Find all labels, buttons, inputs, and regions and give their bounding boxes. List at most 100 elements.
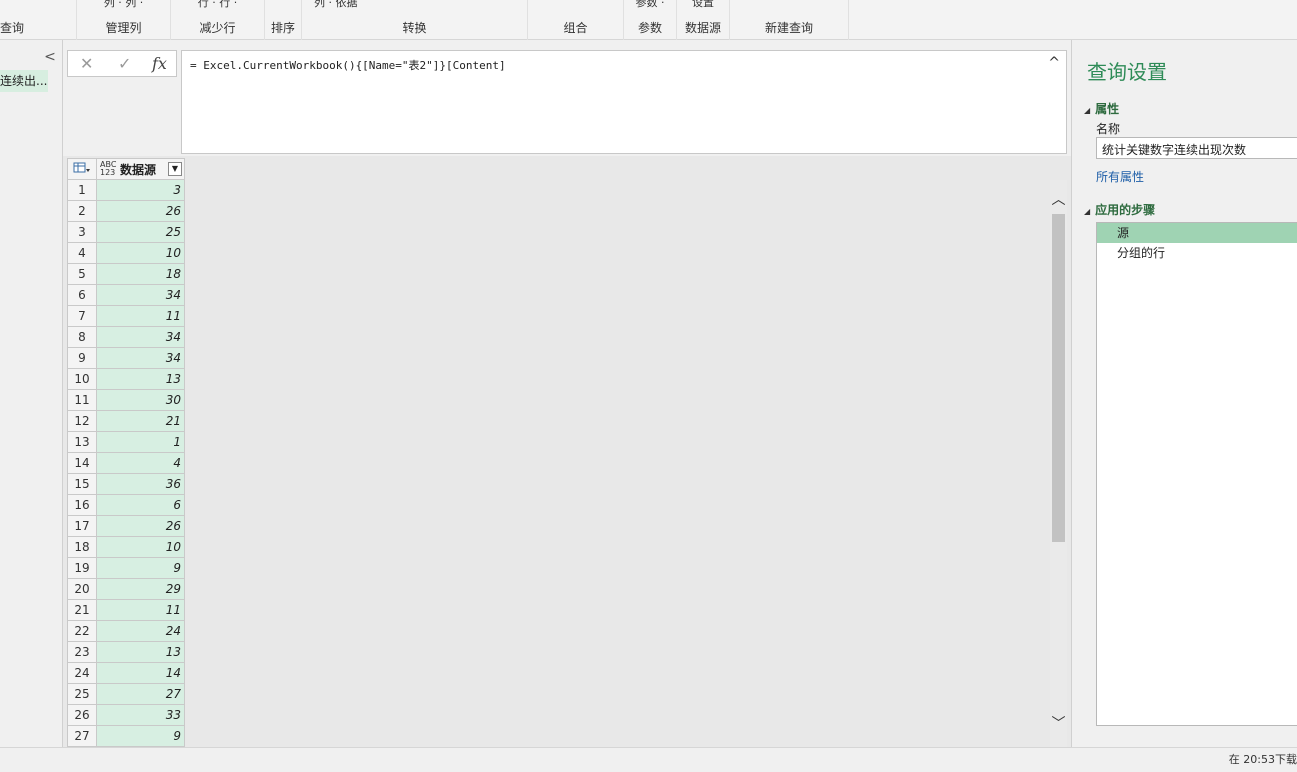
cell-value[interactable]: 4 — [96, 452, 185, 474]
table-row[interactable]: 24 14 — [67, 662, 185, 684]
table-row[interactable]: 20 29 — [67, 578, 185, 600]
table-row[interactable]: 22 24 — [67, 620, 185, 642]
query-item[interactable]: 连续出... — [0, 70, 48, 92]
scroll-down-icon[interactable]: ﹀ — [1050, 716, 1067, 733]
cell-value[interactable]: 11 — [96, 305, 185, 327]
ribbon-group-reduce-rows[interactable]: 行 · 行 · 减少行 — [171, 0, 265, 40]
cell-value[interactable]: 11 — [96, 599, 185, 621]
row-number[interactable]: 11 — [67, 389, 97, 411]
cell-value[interactable]: 34 — [96, 284, 185, 306]
collapse-triangle-icon[interactable]: ◢ — [1084, 207, 1090, 216]
row-number[interactable]: 9 — [67, 347, 97, 369]
all-properties-link[interactable]: 所有属性 — [1096, 168, 1144, 185]
ribbon-group-query[interactable]: 查询 — [0, 0, 77, 40]
cell-value[interactable]: 34 — [96, 326, 185, 348]
cell-value[interactable]: 33 — [96, 704, 185, 726]
cell-value[interactable]: 9 — [96, 725, 185, 747]
row-number[interactable]: 1 — [67, 179, 97, 201]
table-row[interactable]: 27 9 — [67, 725, 185, 747]
cell-value[interactable]: 3 — [96, 179, 185, 201]
scroll-up-icon[interactable]: ︿ — [1050, 192, 1067, 209]
table-row[interactable]: 16 6 — [67, 494, 185, 516]
row-number[interactable]: 22 — [67, 620, 97, 642]
ribbon-group-top[interactable]: 设置 — [677, 0, 729, 10]
ribbon-group-combine[interactable]: 组合 — [528, 0, 624, 40]
row-number[interactable]: 19 — [67, 557, 97, 579]
row-number[interactable]: 23 — [67, 641, 97, 663]
any-type-icon[interactable]: ABC 123 — [100, 161, 118, 177]
check-icon[interactable]: ✓ — [118, 54, 131, 73]
row-number[interactable]: 10 — [67, 368, 97, 390]
table-row[interactable]: 23 13 — [67, 641, 185, 663]
filter-dropdown-icon[interactable]: ▼ — [168, 162, 182, 176]
scroll-thumb[interactable] — [1052, 214, 1065, 542]
step-item-source[interactable]: 源 — [1097, 223, 1297, 243]
row-number[interactable]: 3 — [67, 221, 97, 243]
table-row[interactable]: 9 34 — [67, 347, 185, 369]
table-row[interactable]: 14 4 — [67, 452, 185, 474]
row-number[interactable]: 16 — [67, 494, 97, 516]
collapse-pane-icon[interactable]: < — [43, 50, 57, 64]
applied-steps-section[interactable]: ◢ 应用的步骤 — [1084, 201, 1155, 218]
cell-value[interactable]: 10 — [96, 536, 185, 558]
ribbon-group-transform[interactable]: 列 · 依据 转换 — [302, 0, 528, 40]
row-number[interactable]: 20 — [67, 578, 97, 600]
vertical-scrollbar[interactable]: ︿ ﹀ — [1050, 180, 1067, 747]
row-number[interactable]: 8 — [67, 326, 97, 348]
table-row[interactable]: 12 21 — [67, 410, 185, 432]
row-number[interactable]: 13 — [67, 431, 97, 453]
table-row[interactable]: 26 33 — [67, 704, 185, 726]
table-menu-icon[interactable] — [67, 158, 97, 180]
cell-value[interactable]: 26 — [96, 515, 185, 537]
row-number[interactable]: 2 — [67, 200, 97, 222]
cell-value[interactable]: 1 — [96, 431, 185, 453]
row-number[interactable]: 18 — [67, 536, 97, 558]
row-number[interactable]: 4 — [67, 242, 97, 264]
table-row[interactable]: 13 — [67, 179, 185, 201]
cell-value[interactable]: 14 — [96, 662, 185, 684]
expand-formula-icon[interactable]: ^ — [1048, 55, 1060, 71]
cell-value[interactable]: 13 — [96, 641, 185, 663]
row-number[interactable]: 5 — [67, 263, 97, 285]
cell-value[interactable]: 34 — [96, 347, 185, 369]
row-number[interactable]: 7 — [67, 305, 97, 327]
table-row[interactable]: 18 10 — [67, 536, 185, 558]
table-row[interactable]: 19 9 — [67, 557, 185, 579]
row-number[interactable]: 25 — [67, 683, 97, 705]
cancel-icon[interactable]: ✕ — [80, 54, 93, 73]
cell-value[interactable]: 24 — [96, 620, 185, 642]
table-row[interactable]: 5 18 — [67, 263, 185, 285]
table-row[interactable]: 7 11 — [67, 305, 185, 327]
row-number[interactable]: 24 — [67, 662, 97, 684]
row-number[interactable]: 17 — [67, 515, 97, 537]
ribbon-group-sort[interactable]: 排序 — [265, 0, 302, 40]
query-name-input[interactable]: 统计关键数字连续出现次数 — [1096, 137, 1297, 159]
row-number[interactable]: 6 — [67, 284, 97, 306]
table-row[interactable]: 8 34 — [67, 326, 185, 348]
table-row[interactable]: 6 34 — [67, 284, 185, 306]
cell-value[interactable]: 26 — [96, 200, 185, 222]
cell-value[interactable]: 25 — [96, 221, 185, 243]
row-number[interactable]: 14 — [67, 452, 97, 474]
cell-value[interactable]: 36 — [96, 473, 185, 495]
cell-value[interactable]: 29 — [96, 578, 185, 600]
collapse-triangle-icon[interactable]: ◢ — [1084, 106, 1090, 115]
table-row[interactable]: 21 11 — [67, 599, 185, 621]
table-row[interactable]: 15 36 — [67, 473, 185, 495]
row-number[interactable]: 21 — [67, 599, 97, 621]
table-row[interactable]: 2 26 — [67, 200, 185, 222]
cell-value[interactable]: 21 — [96, 410, 185, 432]
ribbon-group-top[interactable]: 行 · 行 · — [171, 0, 264, 10]
table-row[interactable]: 25 27 — [67, 683, 185, 705]
table-row[interactable]: 4 10 — [67, 242, 185, 264]
formula-input[interactable]: = Excel.CurrentWorkbook(){[Name="表2"]}[C… — [181, 50, 1067, 154]
step-item-grouped-rows[interactable]: 分组的行 — [1097, 243, 1297, 263]
table-row[interactable]: 3 25 — [67, 221, 185, 243]
column-header[interactable]: ABC 123 数据源 ▼ — [96, 158, 185, 180]
cell-value[interactable]: 10 — [96, 242, 185, 264]
cell-value[interactable]: 6 — [96, 494, 185, 516]
ribbon-group-top[interactable]: 列 · 依据 — [302, 0, 527, 10]
row-number[interactable]: 26 — [67, 704, 97, 726]
table-row[interactable]: 10 13 — [67, 368, 185, 390]
table-row[interactable]: 17 26 — [67, 515, 185, 537]
